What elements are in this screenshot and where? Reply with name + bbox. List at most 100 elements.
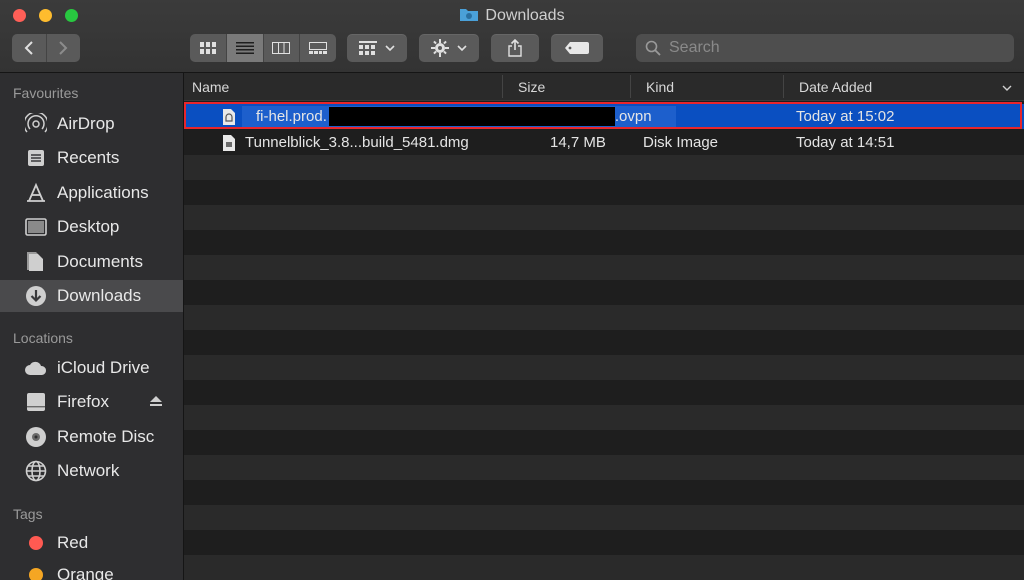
icon-view-button[interactable]: [190, 34, 227, 62]
gallery-icon: [309, 42, 328, 54]
chevron-left-icon: [24, 41, 33, 55]
empty-row: [184, 205, 1024, 230]
sidebar-item-label: Firefox: [57, 392, 109, 411]
disk-image-file-icon: [222, 134, 236, 157]
sidebar-item-label: Recents: [57, 148, 120, 167]
downloads-icon: [23, 283, 49, 309]
sidebar-item-label: Orange: [57, 565, 114, 580]
sidebar-item-tag-red[interactable]: Red: [0, 527, 183, 559]
sidebar-item-downloads[interactable]: Downloads: [0, 280, 183, 312]
grid-icon: [199, 42, 216, 54]
sidebar: Favourites AirDrop Recents Applications …: [0, 73, 184, 580]
list-view-button[interactable]: [226, 34, 264, 62]
column-header: Name Size Kind Date Added: [184, 73, 1024, 101]
share-button[interactable]: [491, 34, 539, 62]
sidebar-item-firefox[interactable]: Firefox: [0, 386, 183, 418]
column-header-date-added[interactable]: Date Added: [791, 73, 991, 100]
sidebar-item-label: AirDrop: [57, 114, 115, 133]
folder-icon: [459, 6, 479, 27]
sidebar-item-airdrop[interactable]: AirDrop: [0, 108, 183, 140]
empty-row: [184, 455, 1024, 480]
empty-row: [184, 255, 1024, 280]
sidebar-item-remote-disc[interactable]: Remote Disc: [0, 421, 183, 453]
sidebar-item-applications[interactable]: Applications: [0, 177, 183, 209]
list-icon: [235, 42, 254, 54]
sidebar-item-label: Applications: [57, 183, 149, 202]
view-mode-control: [190, 34, 336, 62]
empty-row: [184, 180, 1024, 205]
back-forward-control: [12, 34, 80, 62]
redacted-block: [328, 107, 615, 126]
window-title-text: Downloads: [485, 7, 565, 24]
group-icon: [359, 41, 377, 55]
drive-icon: [23, 389, 49, 415]
empty-row: [184, 555, 1024, 580]
sidebar-item-label: Downloads: [57, 286, 142, 305]
file-kind: Disk Image: [643, 134, 719, 151]
favourites-header: Favourites: [13, 85, 79, 101]
gallery-view-button[interactable]: [300, 34, 336, 62]
sidebar-item-tag-orange[interactable]: Orange: [0, 559, 183, 580]
red-tag-dot-icon: [23, 530, 49, 556]
chevron-right-icon: [59, 41, 68, 55]
empty-row: [184, 355, 1024, 380]
cloud-icon: [23, 355, 49, 381]
sidebar-item-network[interactable]: Network: [0, 455, 183, 487]
empty-row: [184, 505, 1024, 530]
eject-icon[interactable]: [149, 394, 163, 413]
file-date-added: Today at 15:02: [796, 108, 895, 125]
sidebar-item-documents[interactable]: Documents: [0, 246, 183, 278]
file-name-suffix: .ovpn: [614, 108, 652, 125]
documents-icon: [23, 249, 49, 275]
sidebar-item-label: Red: [57, 533, 89, 552]
empty-row: [184, 155, 1024, 180]
column-header-kind[interactable]: Kind: [638, 73, 778, 100]
column-divider[interactable]: [783, 75, 784, 98]
gear-icon: [431, 39, 449, 57]
sidebar-item-label: Documents: [57, 252, 143, 271]
sidebar-item-label: Desktop: [57, 217, 120, 236]
sidebar-item-desktop[interactable]: Desktop: [0, 211, 183, 243]
column-header-size[interactable]: Size: [510, 73, 630, 100]
sidebar-item-icloud-drive[interactable]: iCloud Drive: [0, 352, 183, 384]
action-menu-button[interactable]: [419, 34, 479, 62]
desktop-icon: [23, 214, 49, 240]
sidebar-item-label: Remote Disc: [57, 427, 155, 446]
rename-field[interactable]: fi-hel.prod. .ovpn: [242, 106, 676, 127]
table-row[interactable]: fi-hel.prod. .ovpn Today at 15:02: [184, 104, 1024, 129]
file-size: 14,7 MB: [550, 134, 606, 151]
sort-chevron-down-icon: [1002, 85, 1012, 91]
group-by-button[interactable]: [347, 34, 407, 62]
chevron-down-icon: [385, 45, 395, 52]
table-row[interactable]: Tunnelblick_3.8...build_5481.dmg 14,7 MB…: [184, 130, 1024, 155]
file-date-added: Today at 14:51: [796, 134, 895, 151]
window-title: Downloads: [0, 6, 1024, 27]
column-view-button[interactable]: [264, 34, 301, 62]
sidebar-item-recents[interactable]: Recents: [0, 142, 183, 174]
network-icon: [23, 458, 49, 484]
column-divider[interactable]: [502, 75, 503, 98]
file-name-prefix: fi-hel.prod.: [256, 108, 327, 125]
tag-icon: [565, 42, 589, 54]
sidebar-item-label: iCloud Drive: [57, 358, 150, 377]
column-header-name[interactable]: Name: [184, 73, 504, 100]
empty-row: [184, 480, 1024, 505]
recents-icon: [23, 145, 49, 171]
locations-header: Locations: [13, 330, 73, 346]
sidebar-item-label: Network: [57, 461, 120, 480]
forward-button[interactable]: [47, 34, 81, 62]
search-input[interactable]: [667, 38, 1001, 58]
empty-row: [184, 330, 1024, 355]
applications-icon: [23, 180, 49, 206]
share-icon: [508, 39, 522, 57]
file-name: Tunnelblick_3.8...build_5481.dmg: [245, 134, 469, 151]
edit-tags-button[interactable]: [551, 34, 603, 62]
empty-row: [184, 305, 1024, 330]
empty-row: [184, 380, 1024, 405]
search-field[interactable]: [636, 34, 1014, 62]
column-divider[interactable]: [630, 75, 631, 98]
file-list: Name Size Kind Date Added fi-hel.prod. .…: [184, 73, 1024, 580]
empty-row: [184, 430, 1024, 455]
back-button[interactable]: [12, 34, 47, 62]
empty-row: [184, 530, 1024, 555]
